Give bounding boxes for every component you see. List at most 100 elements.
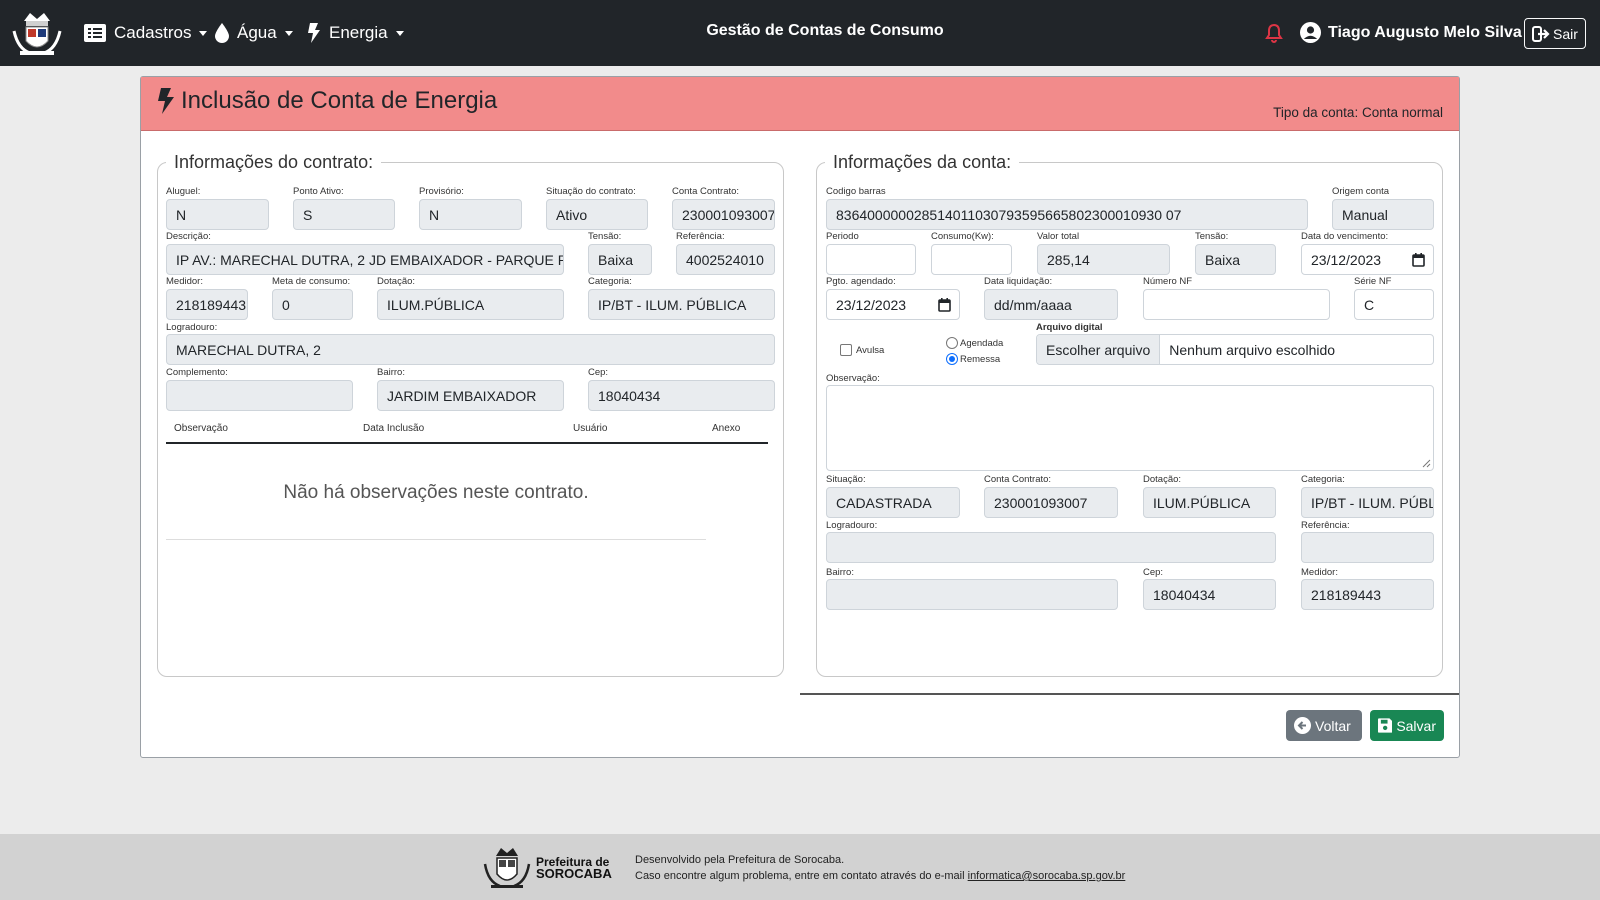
medidor-conta-field: 218189443: [1301, 579, 1434, 610]
lightning-icon: [158, 88, 174, 114]
aluguel-field: N: [166, 199, 269, 230]
radio-button[interactable]: [946, 337, 958, 349]
provisorio-field: N: [419, 199, 522, 230]
dotacao-conta-label: Dotação:: [1143, 474, 1182, 485]
obs-col-observacao: Observação: [174, 423, 228, 434]
agendada-label: Agendada: [960, 337, 1004, 349]
bell-icon[interactable]: [1264, 23, 1284, 43]
salvar-label: Salvar: [1396, 717, 1436, 734]
resize-handle-icon[interactable]: [1422, 459, 1431, 468]
cep-conta-label: Cep:: [1143, 567, 1164, 578]
dotacao-contrato-field: ILUM.PÚBLICA: [377, 289, 564, 320]
serie-nf-label: Série NF: [1354, 276, 1392, 287]
meta-consumo-field: 0: [272, 289, 353, 320]
avulsa-label: Avulsa: [856, 344, 885, 356]
data-vencimento-input[interactable]: 23/12/2023: [1301, 244, 1434, 275]
tensao-contrato-field: Baixa: [588, 244, 652, 275]
valor-total-label: Valor total: [1037, 231, 1080, 242]
data-liquidacao-label: Data liquidação:: [984, 276, 1053, 287]
conta-contrato-label: Conta Contrato:: [672, 186, 740, 197]
codigo-barras-field: 8364000000285140110307935956658023000109…: [826, 199, 1308, 230]
categoria-conta-field: IP/BT - ILUM. PÚBLICA: [1301, 487, 1434, 518]
contract-info-legend: Informações do contrato:: [174, 152, 374, 172]
remessa-radio[interactable]: Remessa: [946, 353, 1000, 365]
categoria-conta-label: Categoria:: [1301, 474, 1345, 485]
file-input[interactable]: Escolher arquivo Nenhum arquivo escolhid…: [1036, 334, 1434, 365]
account-type-label: Tipo da conta: Conta normal: [1273, 105, 1443, 120]
numero-nf-label: Número NF: [1143, 276, 1193, 287]
arquivo-digital-label: Arquivo digital: [1036, 322, 1103, 333]
meta-consumo-label: Meta de consumo:: [272, 276, 351, 287]
navbar: Cadastros Água Energia Gestão de Contas …: [0, 0, 1600, 66]
logout-icon: [1532, 25, 1550, 42]
data-liquidacao-input[interactable]: dd/mm/aaaa: [984, 289, 1118, 320]
user-menu[interactable]: Tiago Augusto Melo Silva: [1300, 22, 1522, 43]
card-header: Inclusão de Conta de Energia Tipo da con…: [141, 77, 1459, 131]
tensao-conta-field: Baixa: [1195, 244, 1276, 275]
page-title: Inclusão de Conta de Energia: [157, 87, 497, 115]
categoria-contrato-field: IP/BT - ILUM. PÚBLICA: [588, 289, 775, 320]
medidor-contrato-label: Medidor:: [166, 276, 203, 287]
divider: [800, 693, 1459, 695]
voltar-label: Voltar: [1315, 717, 1351, 734]
referencia-conta-field: [1301, 532, 1434, 563]
situacao-conta-field: CADASTRADA: [826, 487, 960, 518]
voltar-button[interactable]: Voltar: [1286, 710, 1362, 741]
tensao-conta-label: Tensão:: [1195, 231, 1229, 242]
footer-email-link[interactable]: informatica@sorocaba.sp.gov.br: [968, 870, 1126, 882]
descricao-label: Descrição:: [166, 231, 211, 242]
consumo-input[interactable]: [931, 244, 1012, 275]
city-crest-logo: [483, 848, 531, 888]
observacao-textarea[interactable]: [826, 385, 1434, 471]
consumo-label: Consumo(Kw):: [931, 231, 994, 242]
categoria-contrato-label: Categoria:: [588, 276, 632, 287]
logout-label: Sair: [1553, 25, 1578, 42]
calendar-icon[interactable]: [1412, 253, 1425, 267]
conta-contrato-conta-label: Conta Contrato:: [984, 474, 1052, 485]
obs-empty-message: Não há observações neste contrato.: [283, 482, 589, 503]
logradouro-contrato-field: MARECHAL DUTRA, 2: [166, 334, 775, 365]
user-name: Tiago Augusto Melo Silva: [1328, 23, 1522, 41]
origem-conta-label: Origem conta: [1332, 186, 1390, 197]
numero-nf-input[interactable]: [1143, 289, 1330, 320]
obs-table-header-border: [166, 442, 768, 444]
footer-brand: Prefeitura de SOROCABA: [536, 856, 612, 880]
dotacao-contrato-label: Dotação:: [377, 276, 416, 287]
codigo-barras-label: Codigo barras: [826, 186, 886, 197]
observacao-label: Observação:: [826, 373, 880, 384]
periodo-input[interactable]: [826, 244, 916, 275]
bairro-conta-label: Bairro:: [826, 567, 854, 578]
logout-button[interactable]: Sair: [1524, 18, 1586, 49]
bairro-contrato-label: Bairro:: [377, 367, 405, 378]
logradouro-conta-field: [826, 532, 1276, 563]
bairro-contrato-field: JARDIM EMBAIXADOR: [377, 380, 564, 411]
situacao-contrato-field: Ativo: [546, 199, 648, 230]
remessa-label: Remessa: [960, 353, 1001, 365]
agendada-radio[interactable]: Agendada: [946, 337, 1003, 349]
avulsa-checkbox[interactable]: Avulsa: [840, 344, 884, 356]
arrow-left-circle-icon: [1294, 717, 1311, 734]
bairro-conta-field: [826, 579, 1118, 610]
provisorio-label: Provisório:: [419, 186, 464, 197]
ponto-ativo-label: Ponto Ativo:: [293, 186, 344, 197]
situacao-contrato-label: Situação do contrato:: [546, 186, 636, 197]
calendar-icon[interactable]: [938, 298, 951, 312]
referencia-contrato-label: Referência:: [676, 231, 725, 242]
choose-file-button[interactable]: Escolher arquivo: [1037, 335, 1161, 364]
complemento-label: Complemento:: [166, 367, 228, 378]
serie-nf-input[interactable]: C: [1354, 289, 1434, 320]
salvar-button[interactable]: Salvar: [1370, 710, 1444, 741]
referencia-contrato-field: 4002524010: [676, 244, 775, 275]
footer-line2: Caso encontre algum problema, entre em c…: [635, 868, 1125, 884]
situacao-conta-label: Situação:: [826, 474, 866, 485]
radio-button-selected[interactable]: [946, 353, 958, 365]
complemento-field: [166, 380, 353, 411]
obs-col-usuario: Usuário: [573, 423, 608, 434]
checkbox-box[interactable]: [840, 344, 852, 356]
cep-contrato-field: 18040434: [588, 380, 775, 411]
data-vencimento-label: Data do vencimento:: [1301, 231, 1389, 242]
cep-conta-field: 18040434: [1143, 579, 1276, 610]
obs-col-anexo: Anexo: [712, 423, 741, 434]
pgto-agendado-input[interactable]: 23/12/2023: [826, 289, 960, 320]
pgto-agendado-label: Pgto. agendado:: [826, 276, 896, 287]
